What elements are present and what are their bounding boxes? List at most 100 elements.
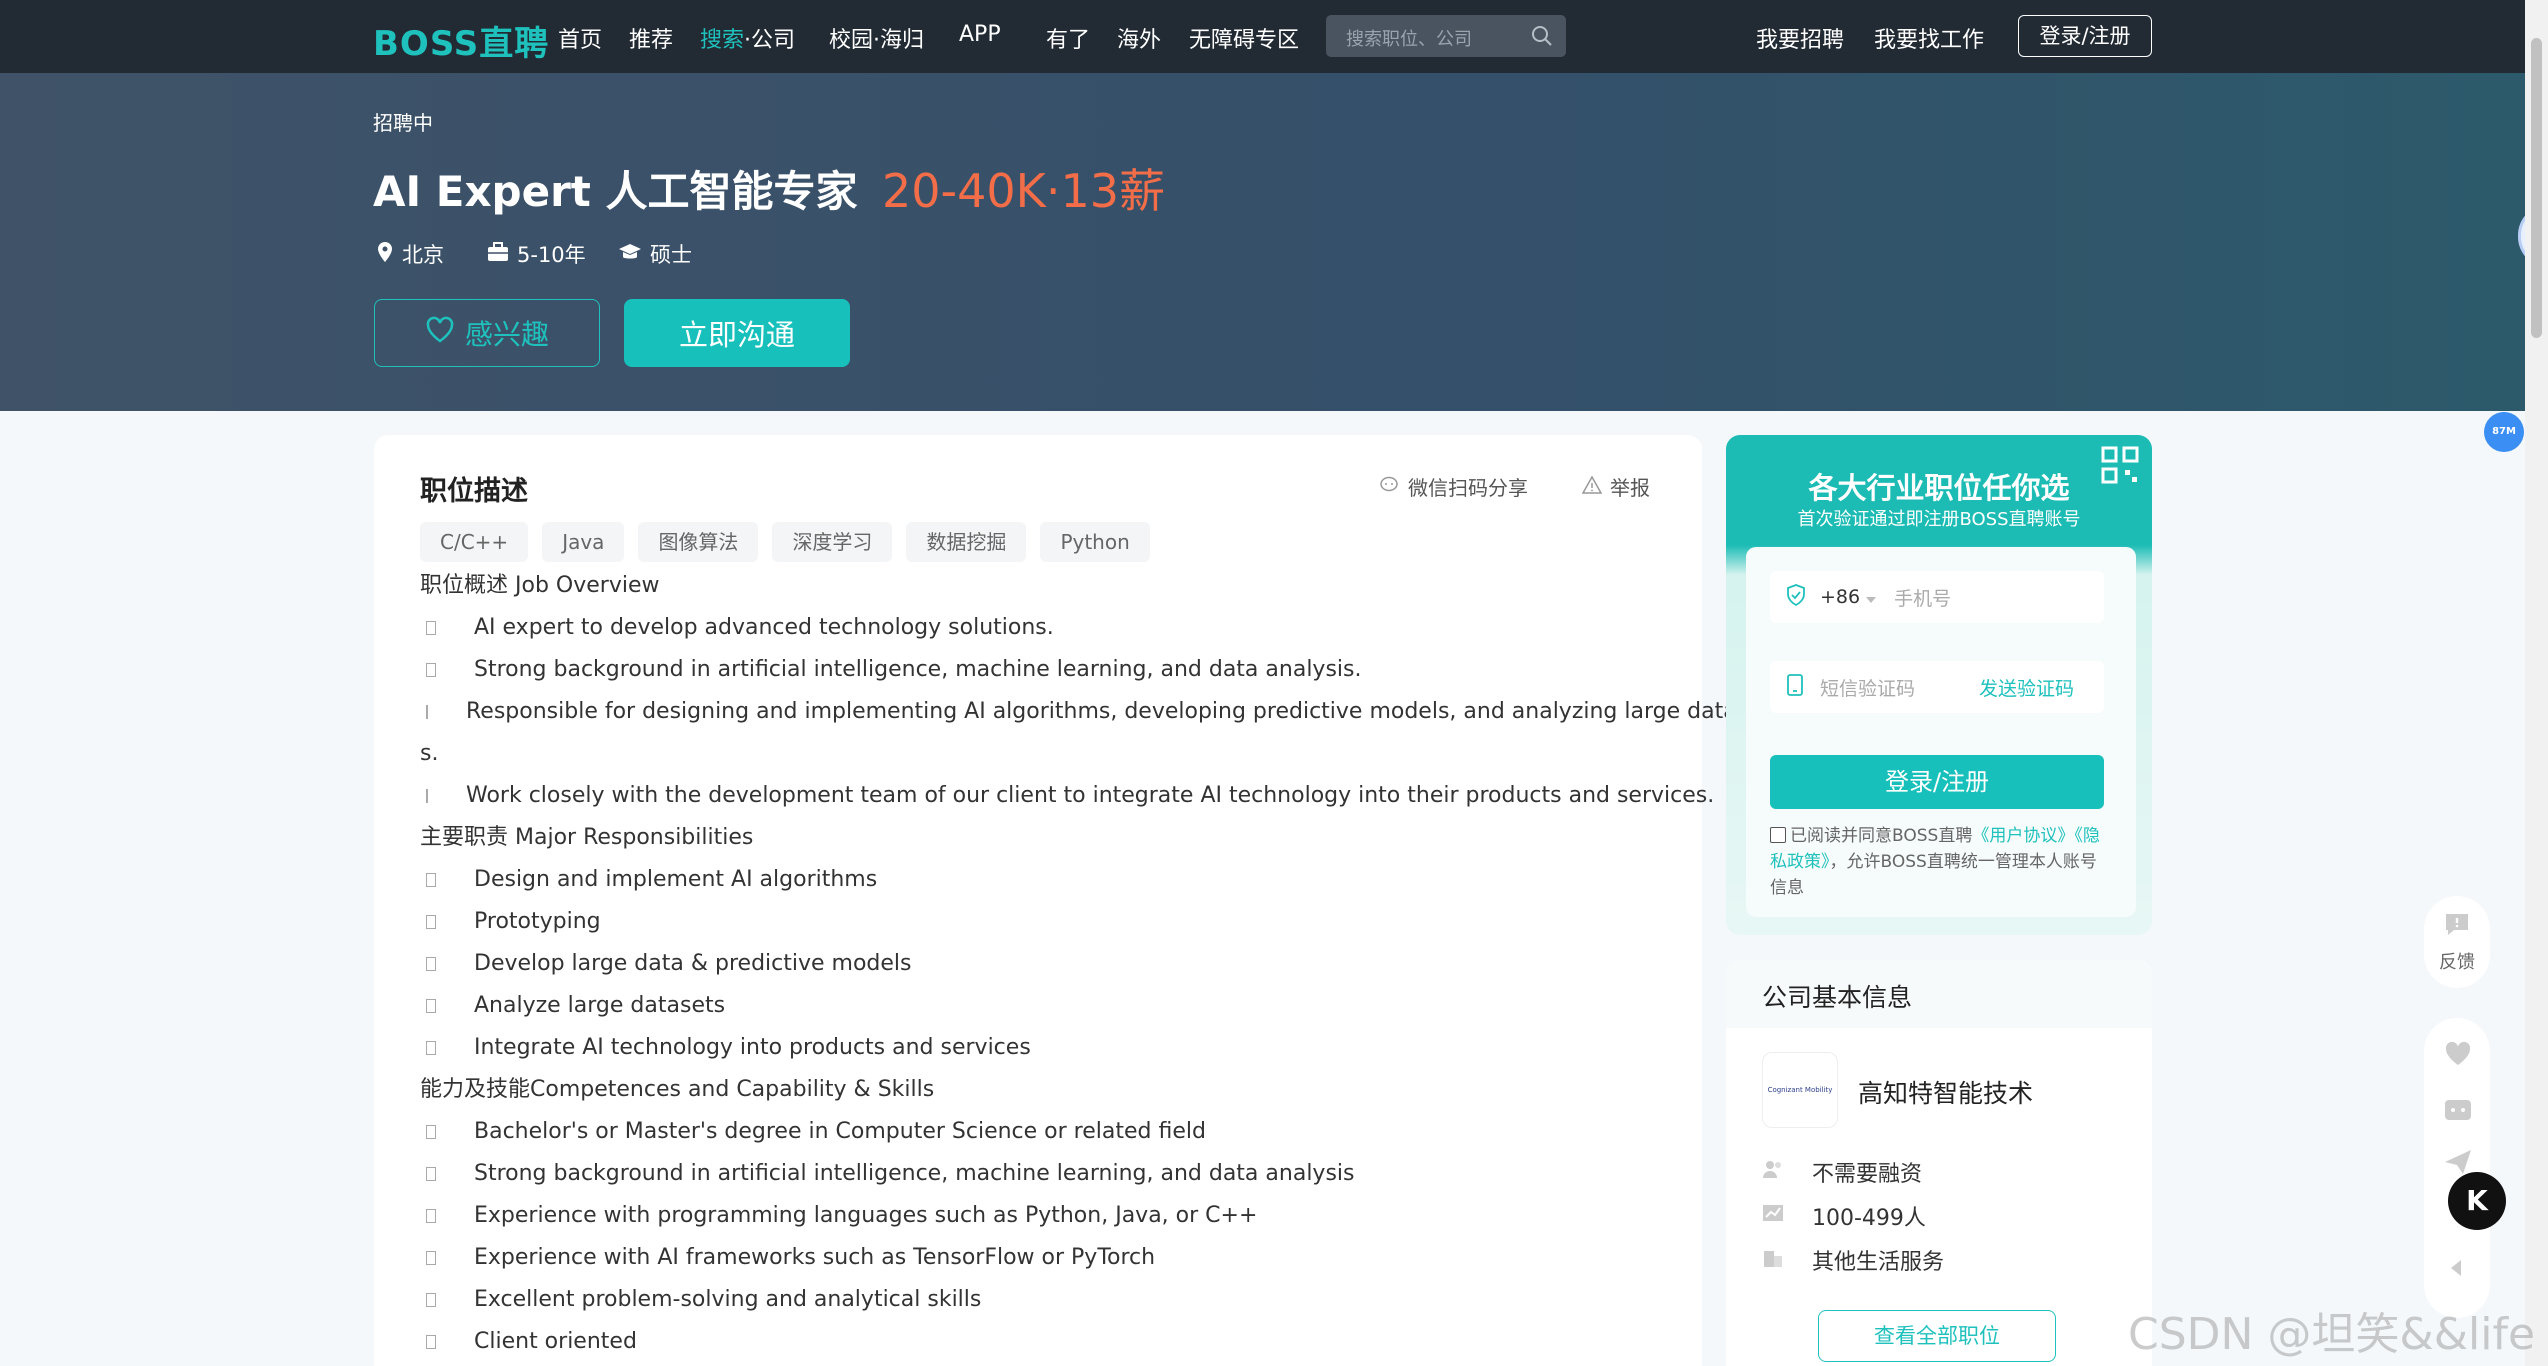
report-button[interactable]: 举报 xyxy=(1581,472,1650,501)
industry-text: 其他生活服务 xyxy=(1812,1250,1945,1275)
interest-label: 感兴趣 xyxy=(464,318,549,351)
find-job-link[interactable]: 我要找工作 xyxy=(1874,22,1984,54)
scrollbar-thumb[interactable] xyxy=(2531,38,2542,338)
skill-tag[interactable]: Java xyxy=(542,522,625,562)
description-bullet: Design and implement AI algorithms xyxy=(420,859,1660,901)
job-salary: 20-40K·13薪 xyxy=(882,164,1165,218)
job-experience: 5-10年 xyxy=(487,239,586,269)
search-icon[interactable] xyxy=(1530,24,1554,52)
country-code[interactable]: +86 xyxy=(1820,586,1860,608)
floating-toolbar xyxy=(2424,1018,2490,1318)
feedback-button[interactable]: 反馈 xyxy=(2424,896,2490,988)
job-title: AI Expert 人工智能专家 xyxy=(373,167,858,216)
collapse-left-icon[interactable] xyxy=(2445,1256,2469,1284)
bullet-box-icon xyxy=(426,1293,436,1307)
description-bullet: Integrate AI technology into products an… xyxy=(420,1027,1660,1069)
k-assistant-button[interactable]: K xyxy=(2448,1172,2506,1230)
description-bullet: Prototyping xyxy=(420,901,1660,943)
bullet-box-icon xyxy=(426,873,436,887)
company-size: 100-499人 xyxy=(1762,1200,1926,1232)
description-text: Prototyping xyxy=(474,909,601,934)
description-line: 能力及技能Competences and Capability & Skills xyxy=(420,1069,1660,1111)
location-text: 北京 xyxy=(402,243,444,267)
view-all-jobs-button[interactable]: 查看全部职位 xyxy=(1818,1310,2056,1362)
skill-tag[interactable]: Python xyxy=(1040,522,1150,562)
nav-search-label: 搜索 xyxy=(700,28,745,53)
briefcase-icon xyxy=(487,241,509,267)
phone-icon xyxy=(1786,673,1804,701)
login-panel: 各大行业职位任你选 首次验证通过即注册BOSS直聘账号 +86 手机号 短信验证… xyxy=(1726,435,2152,935)
bullet-box-icon xyxy=(426,621,436,635)
wechat-share-button[interactable]: 微信扫码分享 xyxy=(1380,472,1528,501)
search-input[interactable]: 搜索职位、公司 xyxy=(1326,15,1566,57)
user-agreement-link[interactable]: 《用户协议》 xyxy=(1972,826,2074,846)
description-bullet: AI expert to develop advanced technology… xyxy=(420,607,1660,649)
description-text: Design and implement AI algorithms xyxy=(474,867,878,892)
nav-campus[interactable]: 校园·海归 xyxy=(829,22,924,54)
chat-now-button[interactable]: 立即沟通 xyxy=(624,299,850,367)
company-info-card: 公司基本信息 Cognizant Mobility 高知特智能技术 不需要融资 … xyxy=(1726,960,2152,1366)
nav-youle[interactable]: 有了 xyxy=(1046,22,1090,54)
phone-field[interactable]: +86 手机号 xyxy=(1770,571,2104,623)
login-form: +86 手机号 短信验证码 发送验证码 登录/注册 已阅读并同意BOSS直聘《用… xyxy=(1746,547,2136,917)
company-logo[interactable]: Cognizant Mobility xyxy=(1762,1052,1838,1128)
description-text: Work closely with the development team o… xyxy=(466,783,1715,808)
phone-placeholder: 手机号 xyxy=(1894,587,1952,610)
nav-recommend[interactable]: 推荐 xyxy=(629,22,673,54)
description-text: Integrate AI technology into products an… xyxy=(474,1035,1031,1060)
nav-home[interactable]: 首页 xyxy=(558,22,602,54)
description-text: 主要职责 Major Responsibilities xyxy=(420,825,754,850)
warning-icon xyxy=(1581,474,1603,499)
description-text: Experience with AI frameworks such as Te… xyxy=(474,1245,1156,1270)
nav-search-company[interactable]: 搜索·公司 xyxy=(700,22,795,54)
company-card-header: 公司基本信息 xyxy=(1726,960,2152,1028)
sms-code-field[interactable]: 短信验证码 发送验证码 xyxy=(1770,661,2104,713)
nav-app[interactable]: APP xyxy=(959,22,1001,47)
bullet-box-icon xyxy=(426,957,436,971)
description-text: 职位概述 Job Overview xyxy=(420,573,660,598)
login-submit-button[interactable]: 登录/注册 xyxy=(1770,755,2104,809)
agreement-text: 已阅读并同意BOSS直聘《用户协议》《隐私政策》，允许BOSS直聘统一管理本人账… xyxy=(1770,823,2110,901)
description-bullet: Work closely with the development team o… xyxy=(420,775,1714,817)
description-text: Responsible for designing and implementi… xyxy=(466,699,1771,724)
description-bullet: Strong background in artificial intellig… xyxy=(420,649,1660,691)
recruit-link[interactable]: 我要招聘 xyxy=(1756,22,1844,54)
send-code-button[interactable]: 发送验证码 xyxy=(1979,674,2074,701)
description-bullet: Experience with programming languages su… xyxy=(420,1195,1660,1237)
job-degree: 硕士 xyxy=(618,239,692,269)
chat-icon[interactable] xyxy=(2443,1096,2473,1128)
description-text: Analyze large datasets xyxy=(474,993,726,1018)
description-bullet: Client oriented xyxy=(420,1321,1660,1363)
nav-accessible[interactable]: 无障碍专区 xyxy=(1189,22,1299,54)
job-header: 招聘中 AI Expert 人工智能专家 20-40K·13薪 北京 5-10年… xyxy=(0,73,2525,411)
feedback-label: 反馈 xyxy=(2439,951,2475,973)
description-text: s. xyxy=(420,741,439,766)
login-panel-subtitle: 首次验证通过即注册BOSS直聘账号 xyxy=(1797,509,2081,530)
heart-icon[interactable] xyxy=(2443,1040,2473,1072)
login-register-button[interactable]: 登录/注册 xyxy=(2018,15,2152,57)
description-bullet: Bachelor's or Master's degree in Compute… xyxy=(420,1111,1660,1153)
job-description-card: 职位描述 微信扫码分享 举报 C/C++ Java 图像算法 深度学习 数据挖掘… xyxy=(374,435,1770,1366)
interest-button[interactable]: 感兴趣 xyxy=(374,299,600,367)
company-name[interactable]: 高知特智能技术 xyxy=(1858,1074,2033,1110)
skill-tag[interactable]: 深度学习 xyxy=(772,522,893,562)
skill-tag[interactable]: C/C++ xyxy=(420,522,529,562)
skill-tag[interactable]: 数据挖掘 xyxy=(906,522,1027,562)
description-body: 职位概述 Job Overview AI expert to develop ad… xyxy=(420,565,1770,1363)
financing-text: 不需要融资 xyxy=(1812,1162,1923,1187)
memory-badge[interactable]: 87M xyxy=(2484,412,2524,452)
graduation-cap-icon xyxy=(618,242,642,267)
nav-overseas[interactable]: 海外 xyxy=(1117,22,1161,54)
csdn-watermark: CSDN @坦笑&&life xyxy=(2128,1309,2536,1360)
agree-checkbox[interactable] xyxy=(1770,827,1786,843)
boss-logo[interactable]: BOSS直聘 xyxy=(373,16,549,65)
chart-icon xyxy=(1762,1203,1784,1229)
chevron-down-icon[interactable] xyxy=(1866,586,1877,608)
company-card-title: 公司基本信息 xyxy=(1762,983,1913,1012)
skill-tag[interactable]: 图像算法 xyxy=(638,522,759,562)
bullet-box-icon xyxy=(426,999,436,1013)
login-panel-title: 各大行业职位任你选 xyxy=(1808,471,2070,505)
description-text: Strong background in artificial intellig… xyxy=(474,657,1362,682)
heart-icon xyxy=(425,316,455,351)
location-pin-icon xyxy=(376,241,394,268)
